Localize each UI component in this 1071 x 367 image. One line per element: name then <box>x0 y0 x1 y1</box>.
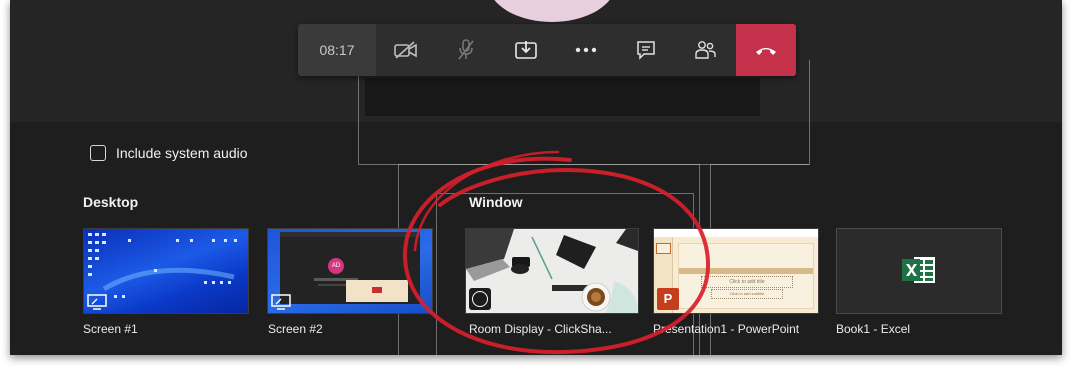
teams-meeting-window: 08:17 Include system audio Desktop Windo… <box>10 0 1062 355</box>
annotation-circle <box>402 150 711 355</box>
